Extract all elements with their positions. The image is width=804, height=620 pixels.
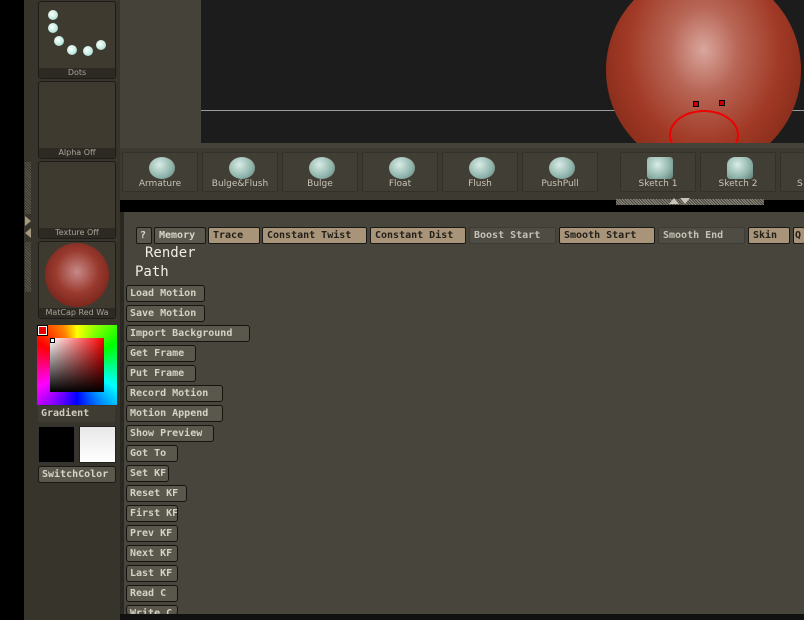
skin-toggle[interactable]: Skin — [748, 227, 790, 244]
save-motion-button[interactable]: Save Motion — [126, 305, 205, 322]
sketch-1-icon — [647, 157, 673, 179]
brush-flush[interactable]: Flush — [442, 152, 518, 192]
arrow-up-icon[interactable] — [669, 198, 679, 204]
arrow-down-icon[interactable] — [680, 198, 690, 204]
first-kf-button[interactable]: First KF — [126, 505, 178, 522]
material-thumb[interactable]: MatCap Red Wa — [38, 241, 116, 319]
document-canvas[interactable] — [201, 0, 804, 143]
tray-grip-top[interactable] — [25, 162, 31, 214]
shelf-resize-handle[interactable] — [616, 199, 764, 205]
prev-kf-button[interactable]: Prev KF — [126, 525, 178, 542]
brush-alpha-thumb[interactable]: Dots — [38, 1, 116, 79]
path-point[interactable] — [693, 101, 699, 107]
brush-bulge-flush[interactable]: Bulge&Flush — [202, 152, 278, 192]
thumb-label: MatCap Red Wa — [39, 308, 115, 318]
color-square[interactable] — [50, 338, 104, 392]
q-toggle[interactable]: Q — [793, 227, 804, 244]
main-color-swatch[interactable] — [37, 325, 48, 336]
brush-sketch-1[interactable]: Sketch 1 — [620, 152, 696, 192]
thumb-label: Alpha Off — [39, 148, 115, 158]
record-motion-button[interactable]: Record Motion — [126, 385, 223, 402]
texture-thumb[interactable]: Texture Off — [38, 161, 116, 239]
switch-color-button[interactable]: SwitchColor — [38, 466, 116, 483]
brush-s[interactable]: S — [780, 152, 804, 192]
brush-float[interactable]: Float — [362, 152, 438, 192]
help-button[interactable]: ? — [136, 227, 152, 244]
brush-label: Bulge — [307, 179, 333, 189]
float-icon — [389, 157, 415, 179]
brush-pushpull[interactable]: PushPull — [522, 152, 598, 192]
color-cursor[interactable] — [50, 338, 55, 343]
boost-start-toggle[interactable]: Boost Start — [469, 227, 556, 244]
dot-icon — [48, 10, 58, 20]
armature-icon — [149, 157, 175, 179]
brush-label: S — [797, 179, 803, 189]
thumb-label: Dots — [39, 68, 115, 78]
bulge-flush-icon — [229, 157, 255, 179]
brush-bulge[interactable]: Bulge — [282, 152, 358, 192]
bulge-icon — [309, 157, 335, 179]
put-frame-button[interactable]: Put Frame — [126, 365, 196, 382]
sketch-2-icon — [727, 157, 753, 179]
dot-icon — [54, 36, 64, 46]
path-heading[interactable]: Path — [135, 264, 169, 280]
reset-kf-button[interactable]: Reset KF — [126, 485, 187, 502]
brush-label: Sketch 2 — [718, 179, 758, 189]
material-sphere — [45, 243, 109, 307]
movie-palette — [122, 212, 804, 620]
dot-icon — [83, 46, 93, 56]
secondary-color[interactable] — [79, 426, 116, 463]
thumb-label: Texture Off — [39, 228, 115, 238]
smooth-end-toggle[interactable]: Smooth End — [658, 227, 745, 244]
brush-label: Float — [388, 179, 412, 189]
last-kf-button[interactable]: Last KF — [126, 565, 178, 582]
pushpull-icon — [549, 157, 575, 179]
brush-sketch-2[interactable]: Sketch 2 — [700, 152, 776, 192]
motion-append-button[interactable]: Motion Append — [126, 405, 223, 422]
go-to-button[interactable]: Got To — [126, 445, 178, 462]
brush-label: PushPull — [541, 179, 579, 189]
palette-edge — [120, 212, 124, 620]
primary-color[interactable] — [38, 426, 75, 463]
color-picker[interactable] — [37, 325, 117, 405]
constant-twist-toggle[interactable]: Constant Twist — [262, 227, 367, 244]
render-heading[interactable]: Render — [145, 245, 196, 261]
smooth-start-toggle[interactable]: Smooth Start — [559, 227, 655, 244]
memory-button[interactable]: Memory — [154, 227, 206, 244]
brush-label: Bulge&Flush — [211, 179, 269, 189]
expand-arrow-icon[interactable] — [25, 216, 31, 226]
dot-icon — [48, 23, 58, 33]
constant-dist-toggle[interactable]: Constant Dist — [370, 227, 466, 244]
gradient-toggle[interactable]: Gradient — [38, 406, 115, 422]
brush-label: Sketch 1 — [638, 179, 678, 189]
dot-icon — [67, 45, 77, 55]
brush-label: Armature — [138, 179, 182, 189]
dot-icon — [96, 40, 106, 50]
brush-label: Flush — [468, 179, 492, 189]
load-motion-button[interactable]: Load Motion — [126, 285, 205, 302]
show-preview-button[interactable]: Show Preview — [126, 425, 214, 442]
tray-grip-bottom[interactable] — [25, 242, 31, 292]
alpha-thumb[interactable]: Alpha Off — [38, 81, 116, 159]
next-kf-button[interactable]: Next KF — [126, 545, 178, 562]
collapse-arrow-icon[interactable] — [25, 228, 31, 238]
brush-armature[interactable]: Armature — [122, 152, 198, 192]
bottom-bar — [120, 614, 804, 620]
path-point[interactable] — [719, 100, 725, 106]
import-background-button[interactable]: Import Background — [126, 325, 250, 342]
read-c-button[interactable]: Read C — [126, 585, 178, 602]
set-kf-button[interactable]: Set KF — [126, 465, 169, 482]
get-frame-button[interactable]: Get Frame — [126, 345, 196, 362]
trace-toggle[interactable]: Trace — [208, 227, 260, 244]
flush-icon — [469, 157, 495, 179]
brush-shelf: Armature Bulge&Flush Bulge Float Flush P… — [120, 148, 804, 200]
